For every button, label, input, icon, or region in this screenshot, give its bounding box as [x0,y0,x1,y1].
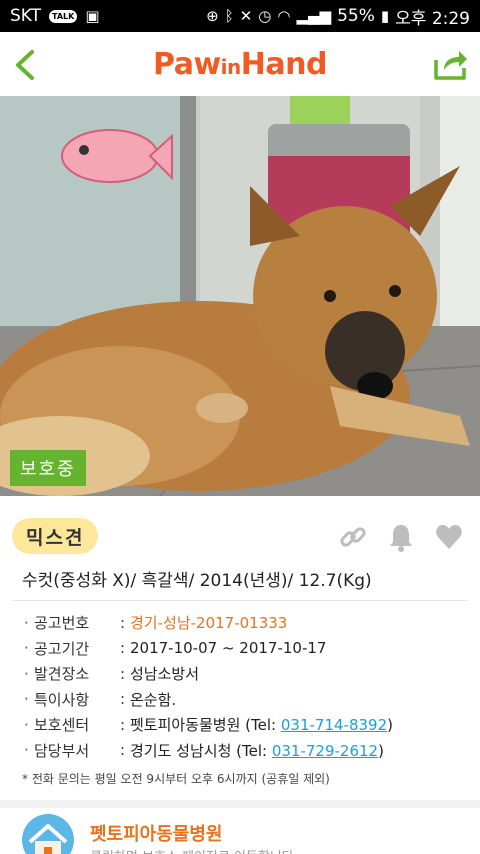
department-info: 경기도 성남시청 (Tel: 031-729-2612) [130,741,384,760]
wifi-icon: ◠ [277,6,291,25]
link-icon[interactable] [338,522,368,552]
plus-circle-icon: ⊕ [206,6,219,25]
signal-icon: ▂▄▆ [296,6,332,25]
notice-number: 경기-성남-2017-01333 [130,614,288,633]
found-location: 성남소방서 [130,665,200,684]
detail-row-shelter: · 보호센터: 펫토피아동물병원 (Tel: 031-714-8392) [24,715,393,735]
detail-list: · 공고번호: 경기-성남-2017-01333 · 공고기간: 2017-10-0… [24,610,474,763]
animal-summary: 수컷(중성화 X)/ 흑갈색/ 2014(년생)/ 12.7(Kg) [22,571,372,591]
app-header: PawinHand [0,32,480,96]
clock: 오후 2:29 [395,8,470,29]
shelter-name[interactable]: 펫토피아동물병원 [90,820,222,846]
department-phone-link[interactable]: 031-729-2612 [272,742,378,760]
animal-info-panel: 믹스견 수컷(중성화 X)/ 흑갈색/ 2014(년생)/ 12.7(Kg) ·… [0,496,480,800]
pawinhand-logo: PawinHand [153,46,327,82]
carrier-label: SKT [10,6,42,26]
status-bar: SKT TALK ▣ ⊕ ᛒ ✕ ◷ ◠ ▂▄▆ 55% ▮ 오후 2:29 [0,0,480,32]
battery-icon: ▮ [380,6,390,25]
detail-row-notice-number: · 공고번호: 경기-성남-2017-01333 [24,613,288,633]
phone-hours-note: * 전화 문의는 평일 오전 9시부터 오후 6시까지 (공휴일 제외) [22,772,330,786]
divider [12,600,468,601]
detail-row-found-location: · 발견장소: 성남소방서 [24,664,200,684]
back-arrow-icon[interactable] [10,48,40,82]
detail-row-remarks: · 특이사항: 온순함. [24,690,177,709]
detail-row-notice-period: · 공고기간: 2017-10-07 ~ 2017-10-17 [24,639,327,658]
gallery-icon: ▣ [85,6,100,25]
shelter-card[interactable]: 펫토피아동물병원 클릭하면 보호소 페이지로 이동합니다 [0,800,480,854]
alarm-icon: ◷ [258,6,272,25]
remarks: 온순함. [130,690,177,709]
dog-photo-image [0,96,480,496]
kakaotalk-icon: TALK [49,9,78,23]
animal-photo[interactable] [0,96,480,496]
shelter-hint: 클릭하면 보호소 페이지로 이동합니다 [90,846,294,854]
breed-badge: 믹스견 [12,518,99,554]
bell-icon[interactable] [386,522,416,552]
battery-level: 55% [337,6,375,26]
share-icon[interactable] [432,48,468,82]
shelter-phone-link[interactable]: 031-714-8392 [281,716,387,734]
detail-row-department: · 담당부서: 경기도 성남시청 (Tel: 031-729-2612) [24,741,384,760]
shelter-info: 펫토피아동물병원 (Tel: 031-714-8392) [130,716,393,735]
notice-period: 2017-10-07 ~ 2017-10-17 [130,639,327,658]
mute-icon: ✕ [239,6,253,25]
bluetooth-icon: ᛒ [224,6,234,25]
shelter-house-icon [22,814,74,854]
heart-icon[interactable] [434,522,464,552]
protection-status-badge: 보호중 [10,450,86,486]
